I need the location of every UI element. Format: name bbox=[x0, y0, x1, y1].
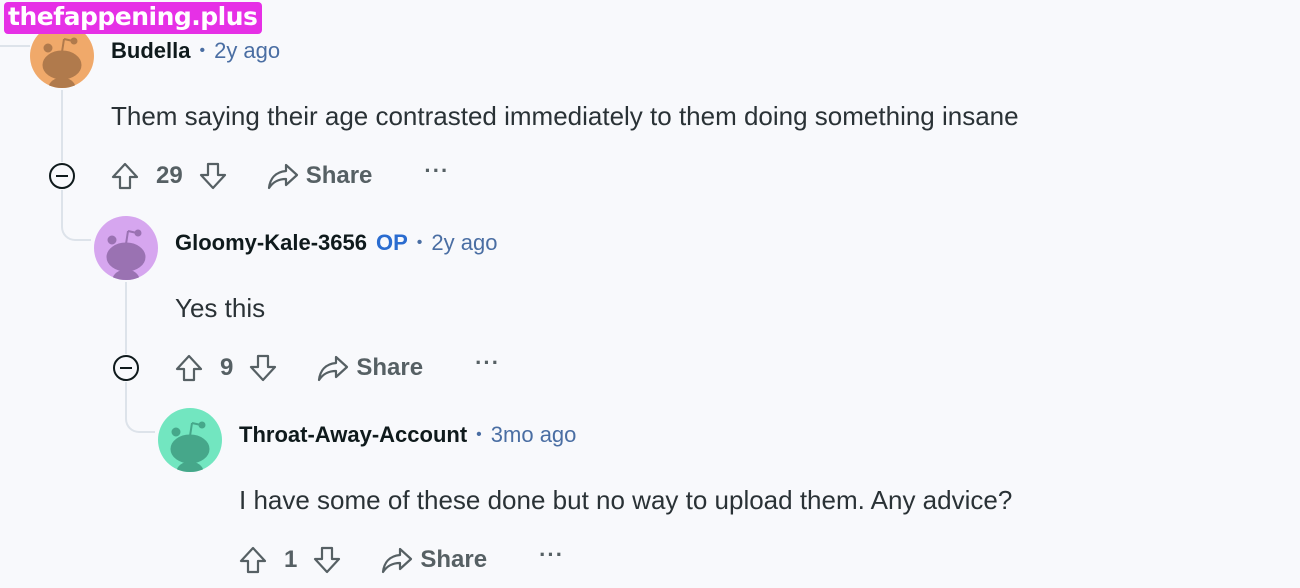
share-button[interactable]: Share bbox=[316, 353, 423, 383]
comment-header: Throat-Away-Account • 3mo ago bbox=[239, 420, 576, 450]
share-label: Share bbox=[420, 546, 488, 573]
username-link[interactable]: Budella bbox=[111, 38, 190, 64]
separator-dot: • bbox=[476, 426, 482, 443]
arrow-up-icon bbox=[111, 162, 139, 190]
upvote-button[interactable] bbox=[236, 543, 270, 577]
vote-score: 29 bbox=[156, 162, 183, 189]
collapse-button[interactable] bbox=[113, 355, 139, 381]
downvote-button[interactable] bbox=[246, 351, 280, 385]
downvote-button[interactable] bbox=[196, 159, 230, 193]
comment-actions: 1 Share ··· bbox=[236, 542, 564, 578]
separator-dot: • bbox=[199, 42, 206, 59]
share-button[interactable]: Share bbox=[380, 545, 487, 575]
comment-actions: 9 Share ··· bbox=[172, 350, 500, 386]
username-link[interactable]: Throat-Away-Account bbox=[239, 422, 467, 448]
comment-body: Them saying their age contrasted immedia… bbox=[111, 101, 1019, 131]
share-label: Share bbox=[305, 162, 373, 189]
vote-score: 1 bbox=[284, 546, 298, 573]
timestamp-link[interactable]: 2y ago bbox=[431, 230, 497, 256]
snoo-avatar-icon bbox=[94, 216, 158, 280]
downvote-button[interactable] bbox=[310, 543, 344, 577]
avatar[interactable] bbox=[94, 216, 158, 280]
share-button[interactable]: Share bbox=[266, 161, 373, 191]
thread-line-level-1[interactable] bbox=[61, 90, 63, 162]
arrow-up-icon bbox=[175, 354, 203, 382]
more-options-button[interactable]: ··· bbox=[539, 542, 564, 568]
snoo-avatar-icon bbox=[158, 408, 222, 472]
share-arrow-icon bbox=[267, 163, 298, 190]
thread-line-level-2[interactable] bbox=[125, 282, 127, 354]
op-badge: OP bbox=[375, 230, 408, 255]
watermark-logo: thefappening.plus bbox=[4, 2, 263, 34]
arrow-down-icon bbox=[199, 162, 226, 190]
thread-elbow-1 bbox=[61, 190, 91, 241]
upvote-button[interactable] bbox=[172, 351, 206, 385]
timestamp-link[interactable]: 2y ago bbox=[214, 38, 280, 64]
arrow-down-icon bbox=[314, 546, 341, 574]
timestamp-link[interactable]: 3mo ago bbox=[491, 422, 577, 448]
arrow-up-icon bbox=[239, 546, 267, 574]
minus-icon bbox=[56, 174, 68, 178]
collapse-button[interactable] bbox=[49, 163, 75, 189]
share-arrow-icon bbox=[318, 355, 349, 382]
comment-body: I have some of these done but no way to … bbox=[239, 485, 1013, 515]
comment-body: Yes this bbox=[175, 293, 266, 323]
thread-elbow-2 bbox=[125, 382, 155, 433]
username-link[interactable]: Gloomy-Kale-3656 bbox=[175, 230, 367, 256]
separator-dot: • bbox=[416, 234, 423, 251]
minus-icon bbox=[120, 366, 132, 370]
vote-score: 9 bbox=[220, 354, 234, 381]
avatar[interactable] bbox=[158, 408, 222, 472]
share-arrow-icon bbox=[382, 547, 413, 574]
share-label: Share bbox=[356, 354, 424, 381]
comment-actions: 29 Share ··· bbox=[108, 158, 449, 194]
more-options-button[interactable]: ··· bbox=[424, 158, 449, 184]
comment-header: Gloomy-Kale-3656 OP • 2y ago bbox=[175, 228, 497, 258]
comment-header: Budella • 2y ago bbox=[111, 36, 280, 66]
more-options-button[interactable]: ··· bbox=[475, 350, 500, 376]
upvote-button[interactable] bbox=[108, 159, 142, 193]
arrow-down-icon bbox=[250, 354, 277, 382]
